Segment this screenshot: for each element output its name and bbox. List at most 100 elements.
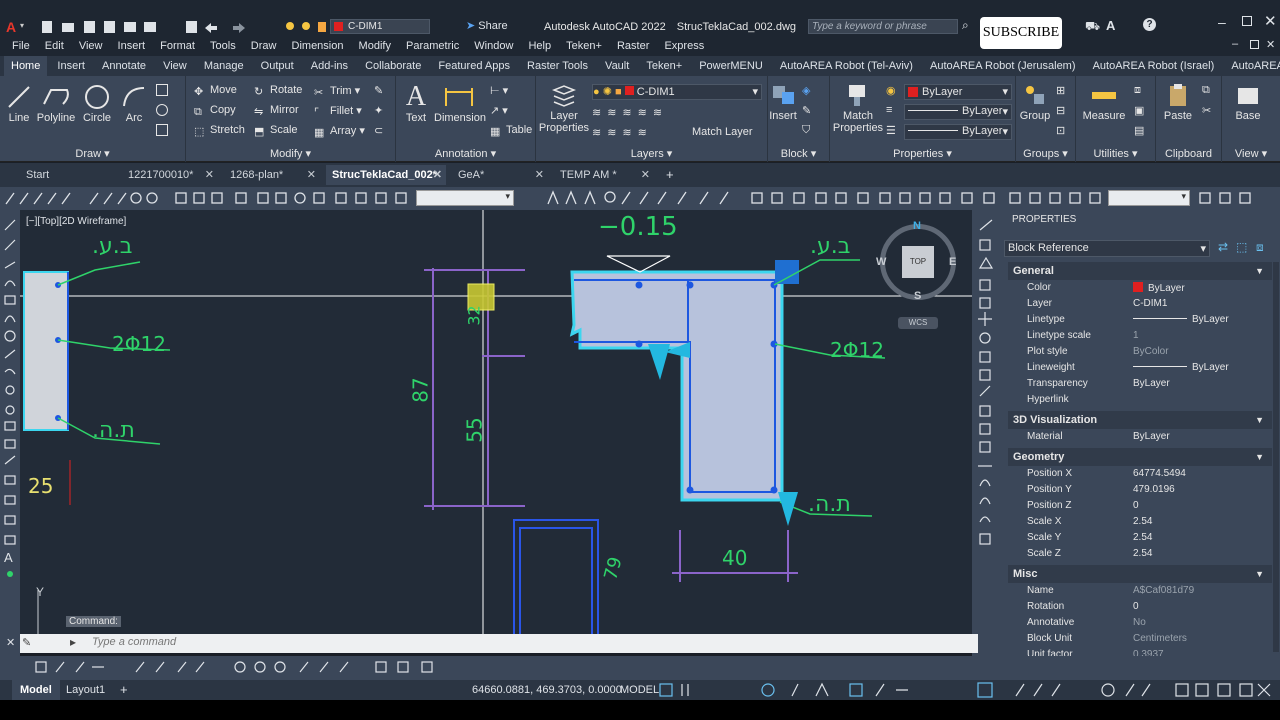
properties-panel-title[interactable]: Properties ▾ bbox=[830, 147, 1015, 160]
property-row-linetype-scale[interactable]: Linetype scale 1 bbox=[1008, 328, 1272, 344]
property-value[interactable]: A$Caf081d79 bbox=[1133, 585, 1194, 596]
circle-button[interactable]: Circle bbox=[80, 84, 114, 124]
snap-tools-icons[interactable] bbox=[0, 187, 1280, 210]
minimize-icon[interactable]: – bbox=[1218, 14, 1226, 30]
tab-collaborate[interactable]: Collaborate bbox=[358, 56, 428, 76]
menu-insert[interactable]: Insert bbox=[112, 36, 152, 56]
block-attrib-icon[interactable]: ⛉ bbox=[802, 124, 810, 137]
toggle-pickadd-icon[interactable]: ⇄ bbox=[1218, 240, 1228, 254]
compass-s[interactable]: S bbox=[914, 290, 921, 302]
calculator-icon[interactable]: ▣ bbox=[1134, 104, 1144, 117]
cut-clip-icon[interactable]: ✂ bbox=[1202, 104, 1211, 117]
property-value[interactable]: 2.54 bbox=[1133, 548, 1152, 559]
menu-raster[interactable]: Raster bbox=[611, 36, 655, 56]
menu-draw[interactable]: Draw bbox=[245, 36, 283, 56]
menu-tools[interactable]: Tools bbox=[204, 36, 242, 56]
tab-autoarea-old[interactable]: AutoAREA (OLD) bbox=[1224, 56, 1280, 76]
file-tab-1221700010[interactable]: 1221700010* ✕ bbox=[122, 165, 218, 185]
doc-minimize-icon[interactable]: – bbox=[1232, 38, 1238, 50]
command-recent-icon[interactable]: ▸ bbox=[70, 635, 76, 649]
property-value[interactable]: Centimeters bbox=[1133, 633, 1187, 644]
collapse-icon[interactable]: ▼ bbox=[1255, 411, 1264, 429]
tab-output[interactable]: Output bbox=[254, 56, 301, 76]
lineweight-dropdown[interactable]: ByLayer ▾ bbox=[904, 104, 1012, 120]
compass-n[interactable]: N bbox=[913, 220, 921, 232]
clipboard-panel-title[interactable]: Clipboard bbox=[1156, 148, 1221, 160]
property-row-color[interactable]: Color ByLayer bbox=[1008, 280, 1272, 296]
tab-teken[interactable]: Teken+ bbox=[639, 56, 689, 76]
tab-addins[interactable]: Add-ins bbox=[304, 56, 355, 76]
compass-w[interactable]: W bbox=[876, 256, 886, 268]
doc-restore-icon[interactable] bbox=[1250, 40, 1259, 49]
property-row-layer[interactable]: Layer C-DIM1 bbox=[1008, 296, 1272, 312]
select-objects-icon[interactable]: ⬚ bbox=[1236, 240, 1247, 254]
create-block-icon[interactable]: ◈ bbox=[802, 84, 810, 97]
left-tools-icons[interactable]: A bbox=[0, 210, 20, 660]
tab-autoarea-tel-aviv[interactable]: AutoAREA Robot (Tel-Aviv) bbox=[773, 56, 920, 76]
line-button[interactable]: Line bbox=[4, 84, 34, 124]
layers-panel-title[interactable]: Layers ▾ bbox=[536, 147, 767, 160]
property-value[interactable]: 2.54 bbox=[1133, 532, 1152, 543]
linetype-dropdown[interactable]: ByLayer ▾ bbox=[904, 124, 1012, 140]
tab-close-icon[interactable]: ✕ bbox=[307, 165, 316, 185]
property-value[interactable]: C-DIM1 bbox=[1133, 298, 1167, 309]
property-row-linetype[interactable]: Linetype ByLayer bbox=[1008, 312, 1272, 328]
layer-combo[interactable]: C-DIM1 bbox=[330, 19, 430, 34]
tab-powermenu[interactable]: PowerMENU bbox=[692, 56, 770, 76]
polyline-button[interactable]: Polyline bbox=[36, 84, 76, 124]
app-menu-dropdown-icon[interactable]: ▾ bbox=[20, 21, 24, 30]
menu-view[interactable]: View bbox=[73, 36, 109, 56]
model-tab[interactable]: Model bbox=[12, 680, 60, 700]
tab-manage[interactable]: Manage bbox=[197, 56, 251, 76]
search-icon[interactable]: ⌕ bbox=[962, 18, 969, 33]
tab-raster-tools[interactable]: Raster Tools bbox=[520, 56, 595, 76]
lineweight-icon[interactable]: ≡ bbox=[886, 104, 892, 116]
search-input[interactable]: Type a keyword or phrase bbox=[808, 19, 958, 34]
snap-combo[interactable]: ▾ bbox=[416, 190, 514, 206]
property-row-position-z[interactable]: Position Z 0 bbox=[1008, 498, 1272, 514]
menu-edit[interactable]: Edit bbox=[39, 36, 70, 56]
linetype-icon[interactable]: ☰ bbox=[886, 124, 896, 137]
menu-window[interactable]: Window bbox=[468, 36, 519, 56]
block-panel-title[interactable]: Block ▾ bbox=[768, 147, 829, 160]
tab-close-icon[interactable]: ✕ bbox=[641, 165, 650, 185]
coordinates-readout[interactable]: 64660.0881, 469.3703, 0.0000 bbox=[472, 684, 622, 696]
property-row-material[interactable]: Material ByLayer bbox=[1008, 429, 1272, 445]
properties-scrollbar[interactable] bbox=[1273, 262, 1279, 652]
menu-help[interactable]: Help bbox=[522, 36, 557, 56]
drawing-canvas[interactable]: [−][Top][2D Wireframe] Y −0.15 .ב.ע .ת.ה… bbox=[20, 210, 972, 634]
file-tab-gea[interactable]: GeA* ✕ bbox=[452, 165, 548, 185]
copy-button[interactable]: ⧉ Copy bbox=[194, 104, 236, 118]
dimension-button[interactable]: Dimension bbox=[434, 84, 486, 124]
utilities-panel-title[interactable]: Utilities ▾ bbox=[1076, 147, 1155, 160]
select-all-icon[interactable]: ▤ bbox=[1134, 124, 1144, 137]
layer-properties-button[interactable]: Layer Properties bbox=[538, 82, 590, 134]
property-row-position-y[interactable]: Position Y 479.0196 bbox=[1008, 482, 1272, 498]
property-value[interactable]: 0 bbox=[1133, 601, 1139, 612]
property-value[interactable]: ByLayer bbox=[1133, 362, 1229, 373]
layer-dropdown[interactable]: ● ✺ ■ C-DIM1 ▾ bbox=[592, 84, 762, 100]
measure-button[interactable]: Measure bbox=[1080, 82, 1128, 122]
model-space-button[interactable]: MODEL bbox=[620, 684, 659, 696]
property-row-scale-x[interactable]: Scale X 2.54 bbox=[1008, 514, 1272, 530]
command-close-icon[interactable]: ✕ bbox=[6, 636, 15, 649]
property-row-transparency[interactable]: Transparency ByLayer bbox=[1008, 376, 1272, 392]
file-tab-structeklacad[interactable]: StrucTeklaCad_002* ✕ bbox=[326, 165, 446, 185]
property-value[interactable]: 64774.5494 bbox=[1133, 468, 1186, 479]
object-type-select[interactable]: Block Reference ▾ bbox=[1004, 240, 1210, 257]
trim-button[interactable]: ✂ Trim ▾ bbox=[314, 84, 360, 99]
erase-icon[interactable]: ✎ bbox=[374, 84, 383, 97]
tab-featured-apps[interactable]: Featured Apps bbox=[431, 56, 517, 76]
move-button[interactable]: ✥ Move bbox=[194, 84, 237, 98]
doc-close-icon[interactable]: ✕ bbox=[1266, 38, 1275, 51]
tab-view[interactable]: View bbox=[156, 56, 194, 76]
color-dropdown[interactable]: ByLayer ▾ bbox=[904, 84, 1012, 100]
group-select-icon[interactable]: ⊡ bbox=[1056, 124, 1065, 137]
section-3d-visualization[interactable]: 3D Visualization ▼ bbox=[1008, 411, 1272, 429]
offset-icon[interactable]: ⊂ bbox=[374, 124, 383, 137]
new-tab-icon[interactable]: + bbox=[666, 167, 674, 182]
property-value[interactable]: ByLayer bbox=[1133, 431, 1170, 442]
autocad-logo-icon[interactable]: A bbox=[6, 19, 16, 35]
menu-modify[interactable]: Modify bbox=[353, 36, 397, 56]
property-row-scale-y[interactable]: Scale Y 2.54 bbox=[1008, 530, 1272, 546]
